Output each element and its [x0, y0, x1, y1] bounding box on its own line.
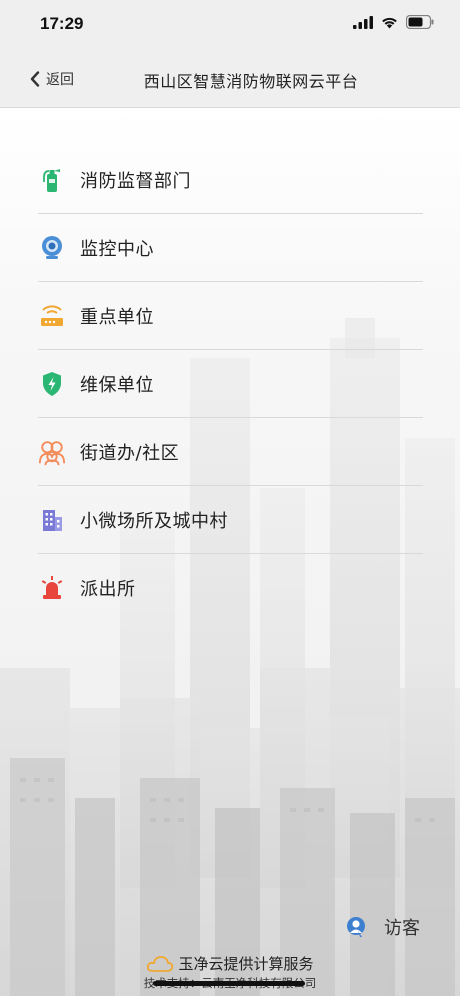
- webcam-icon: [38, 234, 66, 262]
- menu-item-label: 派出所: [80, 578, 136, 600]
- nav-bar: 返回 西山区智慧消防物联网云平台: [0, 50, 460, 108]
- menu-item-monitoring-center[interactable]: 监控中心: [38, 214, 423, 282]
- visitor-button[interactable]: 访客: [346, 914, 420, 940]
- footer-provider: 玉净云提供计算服务: [0, 953, 460, 974]
- menu-item-fire-supervision[interactable]: 消防监督部门: [38, 146, 423, 214]
- menu-item-label: 维保单位: [80, 374, 154, 396]
- menu-item-label: 小微场所及城中村: [80, 510, 228, 532]
- police-siren-icon: [38, 574, 66, 602]
- menu-list: 消防监督部门 监控中心 重点单位 维保单位 街道办/社区 小微场所及城中村 派出…: [38, 146, 423, 621]
- menu-item-maintenance-units[interactable]: 维保单位: [38, 350, 423, 418]
- cellular-signal-icon: [353, 15, 373, 29]
- status-icons: [353, 15, 434, 29]
- status-time: 17:29: [40, 14, 84, 33]
- page-title: 西山区智慧消防物联网云平台: [143, 72, 359, 91]
- back-label: 返回: [46, 72, 74, 88]
- community-icon: [38, 438, 66, 466]
- menu-item-small-venues[interactable]: 小微场所及城中村: [38, 486, 423, 554]
- status-bar: 17:29: [0, 0, 460, 50]
- home-indicator: [153, 981, 305, 986]
- menu-item-label: 重点单位: [80, 306, 154, 328]
- fire-extinguisher-icon: [38, 166, 66, 194]
- menu-item-street-community[interactable]: 街道办/社区: [38, 418, 423, 486]
- menu-item-key-units[interactable]: 重点单位: [38, 282, 423, 350]
- building-icon: [38, 506, 66, 534]
- footer-main-text: 玉净云提供计算服务: [178, 955, 314, 973]
- menu-item-police-station[interactable]: 派出所: [38, 554, 423, 621]
- menu-item-label: 消防监督部门: [80, 170, 191, 192]
- wifi-icon: [382, 17, 397, 28]
- chevron-left-icon: [30, 71, 40, 87]
- visitor-avatar-icon: [347, 917, 365, 937]
- back-button[interactable]: 返回: [30, 69, 74, 89]
- cloud-icon: [147, 955, 174, 972]
- router-icon: [38, 302, 66, 330]
- menu-item-label: 监控中心: [80, 238, 154, 260]
- battery-icon: [406, 15, 434, 29]
- shield-icon: [38, 370, 66, 398]
- menu-item-label: 街道办/社区: [80, 442, 180, 464]
- visitor-label: 访客: [384, 918, 420, 939]
